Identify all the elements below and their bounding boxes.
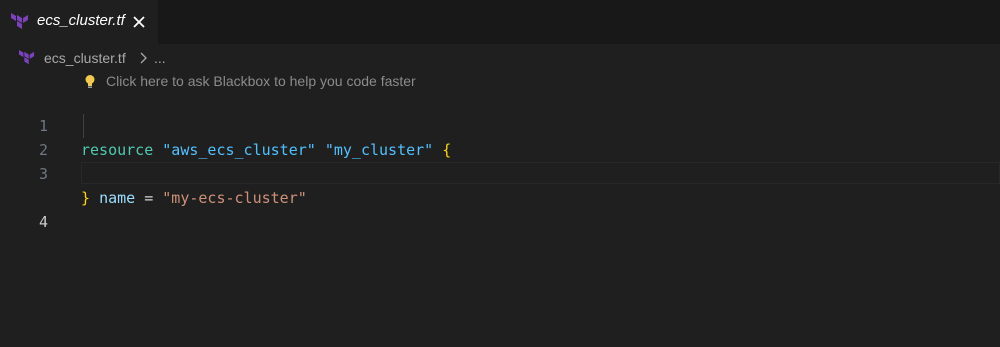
- close-icon[interactable]: [130, 13, 148, 31]
- breadcrumb-file[interactable]: ecs_cluster.tf: [44, 50, 126, 66]
- line-content: }: [81, 186, 90, 210]
- line-content: name = "my-ecs-cluster": [81, 186, 307, 210]
- indent-guide: [83, 114, 84, 138]
- code-area[interactable]: 1 resource "aws_ecs_cluster" "my_cluster…: [0, 90, 1000, 231]
- token-close-brace: }: [81, 189, 91, 207]
- token-string: "my-ecs-cluster": [162, 189, 307, 207]
- token-attribute: name: [99, 189, 136, 207]
- code-line-active[interactable]: 4: [0, 162, 1000, 231]
- tab-bar: ecs_cluster.tf: [0, 0, 1000, 44]
- code-line: 3 }: [0, 138, 1000, 207]
- code-line: 1 resource "aws_ecs_cluster" "my_cluster…: [0, 90, 1000, 159]
- line-number: 4: [38, 213, 48, 231]
- chevron-right-icon: [140, 52, 147, 64]
- lightbulb-icon: [85, 75, 95, 88]
- blackbox-hint[interactable]: Click here to ask Blackbox to help you c…: [106, 73, 416, 89]
- terraform-icon: [11, 13, 28, 29]
- terraform-icon: [19, 50, 35, 65]
- tab-ecs-cluster[interactable]: ecs_cluster.tf: [0, 0, 158, 44]
- breadcrumb: [0, 44, 1000, 72]
- current-line-highlight: [81, 162, 1000, 184]
- code-line: 2 name = "my-ecs-cluster": [0, 114, 1000, 207]
- token-operator: =: [135, 189, 163, 207]
- editor-window: ecs_cluster.tf ecs_cluster.tf ... Click …: [0, 0, 1000, 347]
- tab-label: ecs_cluster.tf: [37, 12, 125, 29]
- breadcrumb-more[interactable]: ...: [154, 50, 166, 66]
